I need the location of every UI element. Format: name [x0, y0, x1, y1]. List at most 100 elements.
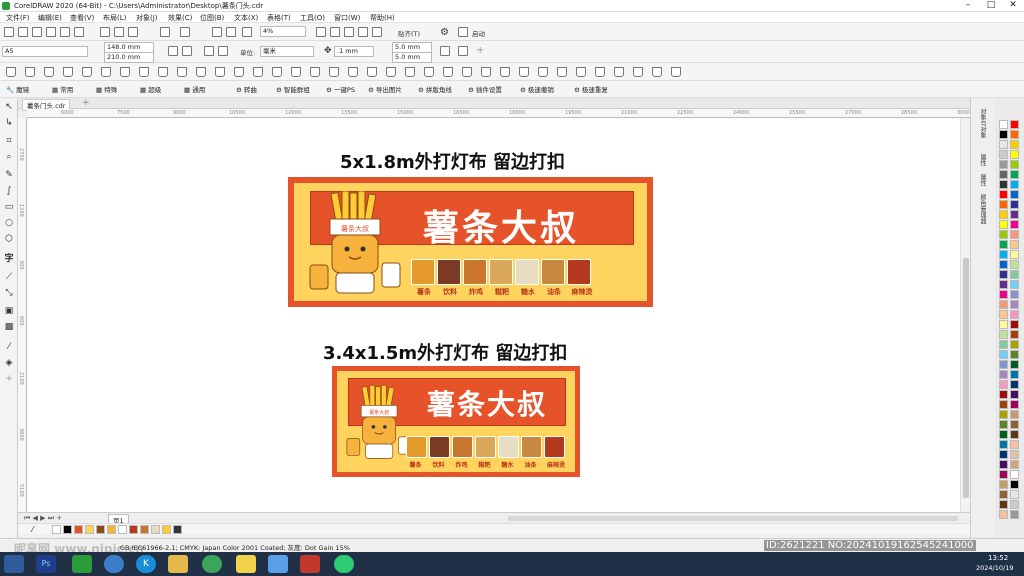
- macro-cup-icon[interactable]: [462, 67, 472, 77]
- macro-cup-icon[interactable]: [310, 67, 320, 77]
- dimension-tool-icon[interactable]: ⟋: [4, 272, 14, 282]
- k-app-icon[interactable]: K: [136, 555, 156, 573]
- horizontal-ruler[interactable]: 6000 7500 9000 10500 12000 13500 15000 16500 180…: [27, 109, 973, 118]
- rulers-icon[interactable]: [330, 27, 340, 37]
- color-swatch[interactable]: [1010, 190, 1019, 199]
- macro-cup-icon[interactable]: [481, 67, 491, 77]
- plugin-super[interactable]: ▦ 超级: [140, 84, 161, 94]
- page-nav-arrows[interactable]: ⏮ ◀ ▶ ⏭ +: [24, 514, 62, 523]
- color-swatch[interactable]: [999, 330, 1008, 339]
- color-swatch[interactable]: [1010, 510, 1019, 519]
- color-swatch[interactable]: [999, 370, 1008, 379]
- menu-view[interactable]: 查看(V): [70, 13, 94, 23]
- plugin-one-key-ps[interactable]: ⚙ 一键PS: [326, 84, 355, 94]
- redo-icon[interactable]: [180, 27, 190, 37]
- copy-icon[interactable]: [114, 27, 124, 37]
- color-swatch[interactable]: [999, 500, 1008, 509]
- new-document-icon[interactable]: [4, 27, 14, 37]
- macro-cup-icon[interactable]: [348, 67, 358, 77]
- portrait-icon[interactable]: [168, 46, 178, 56]
- document-color-swatch[interactable]: [96, 525, 105, 534]
- color-swatch[interactable]: [999, 220, 1008, 229]
- export-icon[interactable]: [226, 27, 236, 37]
- macro-cup-icon[interactable]: [367, 67, 377, 77]
- document-color-swatch[interactable]: [85, 525, 94, 534]
- guidelines-icon[interactable]: [358, 27, 368, 37]
- macro-cup-icon[interactable]: [519, 67, 529, 77]
- color-swatch[interactable]: [1010, 500, 1019, 509]
- macro-cup-icon[interactable]: [386, 67, 396, 77]
- import-icon[interactable]: [212, 27, 222, 37]
- macro-cup-icon[interactable]: [329, 67, 339, 77]
- color-swatch[interactable]: [999, 450, 1008, 459]
- color-swatch[interactable]: [1010, 460, 1019, 469]
- color-swatch[interactable]: [999, 120, 1008, 129]
- start-icon[interactable]: [4, 555, 24, 573]
- color-swatch[interactable]: [999, 190, 1008, 199]
- add-page-icon[interactable]: +: [476, 45, 484, 56]
- color-swatch[interactable]: [999, 260, 1008, 269]
- plugin-imposition-marks[interactable]: ⚙ 拼版角线: [418, 84, 452, 94]
- color-swatch[interactable]: [999, 310, 1008, 319]
- color-swatch[interactable]: [1010, 400, 1019, 409]
- color-swatch[interactable]: [999, 300, 1008, 309]
- color-swatch[interactable]: [999, 350, 1008, 359]
- color-swatch[interactable]: [1010, 160, 1019, 169]
- clock-date[interactable]: 2024/10/19: [976, 564, 1013, 572]
- color-swatch[interactable]: [1010, 150, 1019, 159]
- zoom-level-field[interactable]: 4%: [260, 26, 306, 37]
- units-select[interactable]: 毫米: [260, 46, 314, 57]
- color-swatch[interactable]: [999, 150, 1008, 159]
- fill-tool-icon[interactable]: ◈: [4, 358, 14, 368]
- color-swatch[interactable]: [999, 360, 1008, 369]
- page-size-select[interactable]: A5: [2, 46, 88, 57]
- color-swatch[interactable]: [999, 430, 1008, 439]
- document-color-swatch[interactable]: [162, 525, 171, 534]
- crop-tool-icon[interactable]: ⌗: [4, 136, 14, 146]
- gear-icon[interactable]: ⚙: [440, 27, 449, 38]
- color-swatch[interactable]: [999, 510, 1008, 519]
- color-swatch[interactable]: [999, 180, 1008, 189]
- plugin-common[interactable]: ▦ 常用: [52, 84, 73, 94]
- document-color-swatch[interactable]: [140, 525, 149, 534]
- color-swatch[interactable]: [1010, 490, 1019, 499]
- macro-cup-icon[interactable]: [44, 67, 54, 77]
- color-swatch[interactable]: [999, 440, 1008, 449]
- menu-help[interactable]: 帮助(H): [370, 13, 395, 23]
- color-swatch[interactable]: [999, 170, 1008, 179]
- color-swatch[interactable]: [999, 280, 1008, 289]
- menu-window[interactable]: 窗口(W): [334, 13, 360, 23]
- color-swatch[interactable]: [1010, 250, 1019, 259]
- macro-cup-icon[interactable]: [500, 67, 510, 77]
- paste-icon[interactable]: [128, 27, 138, 37]
- macro-cup-icon[interactable]: [234, 67, 244, 77]
- color-swatch[interactable]: [1010, 290, 1019, 299]
- sign-small[interactable]: 薯条大叔 薯条大叔 薯条 饮料 炸鸡 糍粑 糖水 油条 麻辣烫: [332, 366, 580, 477]
- pdf-icon[interactable]: [242, 27, 252, 37]
- macro-cup-icon[interactable]: [215, 67, 225, 77]
- menu-table[interactable]: 表格(T): [267, 13, 291, 23]
- color-swatch[interactable]: [1010, 170, 1019, 179]
- macro-cup-icon[interactable]: [272, 67, 282, 77]
- plugin-special[interactable]: ▦ 特殊: [96, 84, 117, 94]
- color-swatch[interactable]: [999, 470, 1008, 479]
- duplicate-y-field[interactable]: 5.0 mm: [392, 52, 432, 63]
- print-icon[interactable]: [74, 27, 84, 37]
- color-swatch[interactable]: [999, 230, 1008, 239]
- macro-cup-icon[interactable]: [177, 67, 187, 77]
- color-swatch[interactable]: [1010, 260, 1019, 269]
- rectangle-tool-icon[interactable]: ▭: [4, 202, 14, 212]
- docker-tab-attributes[interactable]: 属性: [978, 174, 987, 186]
- artistic-media-icon[interactable]: ∫: [4, 186, 14, 196]
- macro-cup-icon[interactable]: [576, 67, 586, 77]
- color-swatch[interactable]: [1010, 380, 1019, 389]
- color-swatch[interactable]: [1010, 440, 1019, 449]
- page-options-icon[interactable]: [458, 46, 468, 56]
- color-swatch[interactable]: [999, 240, 1008, 249]
- snap-to-dropdown[interactable]: 贴齐(T): [398, 28, 420, 38]
- cut-icon[interactable]: [100, 27, 110, 37]
- macro-cup-icon[interactable]: [253, 67, 263, 77]
- snap-icon[interactable]: [372, 27, 382, 37]
- vertical-scrollbar[interactable]: [960, 118, 970, 512]
- macro-cup-icon[interactable]: [595, 67, 605, 77]
